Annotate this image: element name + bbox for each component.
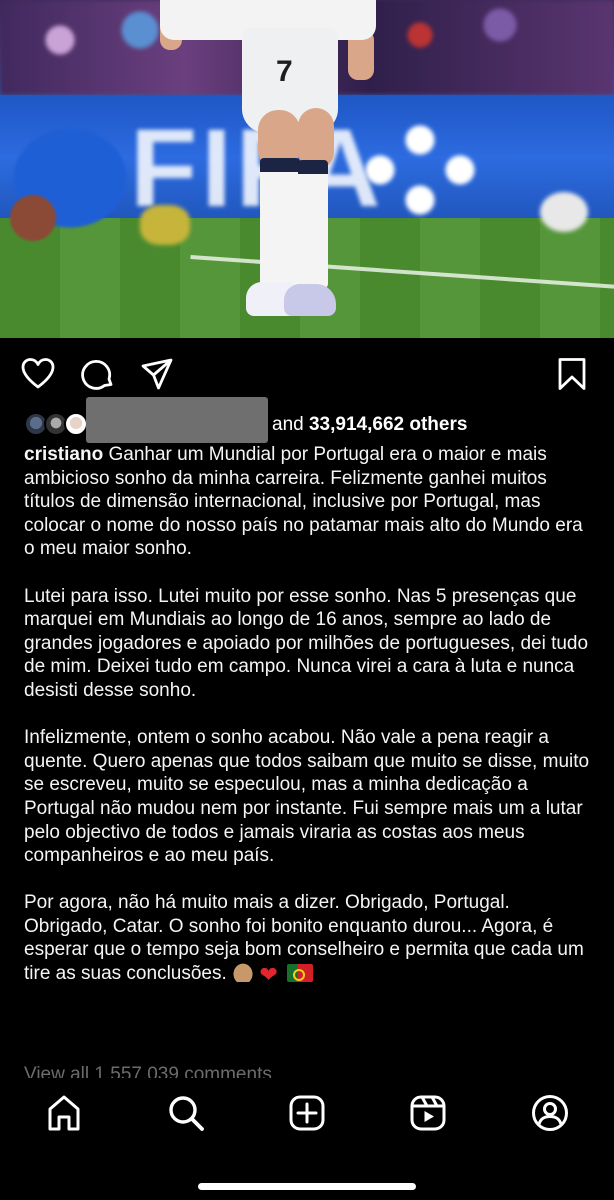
- player-sock: [260, 158, 300, 288]
- caption-paragraph: cristiano Ganhar um Mundial por Portugal…: [24, 443, 596, 561]
- redacted-username: [86, 397, 268, 443]
- caption-text: Ganhar um Mundial por Portugal era o mai…: [24, 444, 583, 560]
- post-action-bar: [0, 352, 614, 396]
- heart-icon[interactable]: [20, 356, 56, 392]
- board-graphic: [360, 125, 480, 215]
- bookmark-icon[interactable]: [554, 356, 590, 392]
- search-icon[interactable]: [166, 1093, 206, 1133]
- portugal-flag-emoji: [286, 964, 313, 983]
- home-indicator[interactable]: [198, 1183, 416, 1190]
- comment-icon[interactable]: [80, 356, 116, 392]
- kneeling-player-head: [10, 195, 56, 241]
- caption-username[interactable]: cristiano: [24, 444, 103, 465]
- reels-icon[interactable]: [408, 1093, 448, 1133]
- create-icon[interactable]: [287, 1093, 327, 1133]
- profile-icon[interactable]: [530, 1093, 570, 1133]
- send-icon[interactable]: [139, 356, 175, 392]
- likes-row[interactable]: and 33,914,662 others: [24, 397, 604, 444]
- goalkeeper-glove: [140, 205, 190, 245]
- likes-others-count: 33,914,662 others: [308, 414, 468, 435]
- avatar: [64, 412, 88, 436]
- caption-paragraph: Lutei para isso. Lutei muito por esse so…: [24, 585, 589, 701]
- likes-prefix: and: [272, 414, 304, 435]
- red-heart-emoji: ❤: [259, 962, 278, 988]
- caption-paragraph: Por agora, não há muito mais a dizer. Ob…: [24, 891, 596, 985]
- likes-count: and 33,914,662 others: [272, 414, 467, 436]
- folded-hands-emoji: [232, 962, 255, 983]
- bottom-navigation: [0, 1078, 614, 1200]
- caption-paragraph: Infelizmente, ontem o sonho acabou. Não …: [24, 727, 590, 867]
- post-caption: cristiano Ganhar um Mundial por Portugal…: [24, 443, 596, 1009]
- post-photo[interactable]: FIFA 7: [0, 0, 614, 338]
- home-icon[interactable]: [44, 1093, 84, 1133]
- football: [540, 192, 588, 232]
- shorts-number: 7: [276, 55, 293, 88]
- player-boot: [284, 284, 336, 316]
- player-sock: [298, 160, 328, 288]
